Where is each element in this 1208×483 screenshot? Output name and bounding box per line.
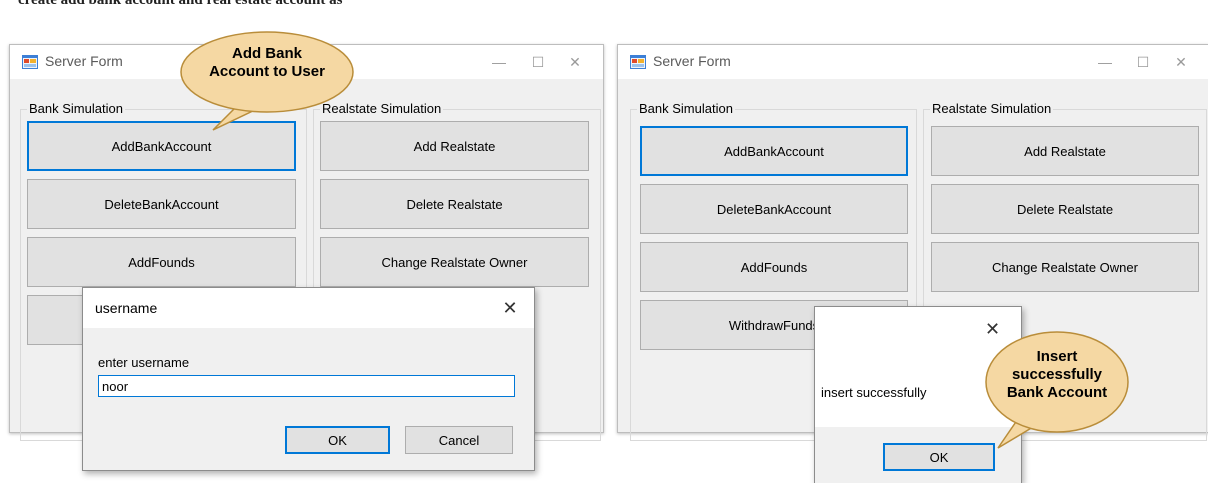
callout-text: Insert successfully Bank Account (980, 348, 1134, 402)
delete-bank-account-button[interactable]: DeleteBankAccount (640, 184, 908, 234)
callout-line-1: Add Bank (231, 45, 302, 62)
ok-button[interactable]: OK (285, 426, 390, 454)
window-title: Server Form (653, 53, 731, 69)
page-caption: create add bank account and real estate … (18, 0, 343, 8)
app-icon (22, 55, 38, 69)
callout-text: Add Bank Account to User (177, 45, 357, 81)
title-bar: Server Form — ☐ ✕ (618, 45, 1208, 79)
close-icon[interactable]: ✕ (496, 294, 524, 322)
callout-line-3: Bank Account (1006, 384, 1108, 401)
add-founds-button[interactable]: AddFounds (640, 242, 908, 292)
add-bank-account-callout: Add Bank Account to User (177, 28, 357, 138)
minimize-icon[interactable]: — (1090, 47, 1120, 77)
delete-realstate-button[interactable]: Delete Realstate (320, 179, 589, 229)
minimize-icon[interactable]: — (484, 47, 514, 77)
window-title: Server Form (45, 53, 123, 69)
dialog-title-bar: username ✕ (83, 288, 534, 328)
bank-simulation-label: Bank Simulation (27, 101, 125, 116)
username-input-dialog: username ✕ enter username OK Cancel (82, 287, 535, 471)
dialog-title: username (95, 300, 158, 316)
change-realstate-owner-button[interactable]: Change Realstate Owner (320, 237, 589, 287)
add-bank-account-button[interactable]: AddBankAccount (640, 126, 908, 176)
username-input[interactable] (98, 375, 515, 397)
add-realstate-button[interactable]: Add Realstate (931, 126, 1199, 176)
close-icon[interactable]: ✕ (560, 47, 590, 77)
username-prompt: enter username (98, 355, 190, 370)
realstate-simulation-label: Realstate Simulation (930, 101, 1054, 116)
bank-simulation-label: Bank Simulation (637, 101, 735, 116)
cancel-button[interactable]: Cancel (405, 426, 513, 454)
maximize-icon[interactable]: ☐ (1128, 47, 1158, 77)
add-founds-button[interactable]: AddFounds (27, 237, 296, 287)
maximize-icon[interactable]: ☐ (523, 47, 553, 77)
close-icon[interactable]: ✕ (1166, 47, 1196, 77)
add-realstate-button[interactable]: Add Realstate (320, 121, 589, 171)
change-realstate-owner-button[interactable]: Change Realstate Owner (931, 242, 1199, 292)
app-icon (630, 55, 646, 69)
ok-button[interactable]: OK (883, 443, 995, 471)
message-text: insert successfully (821, 385, 927, 400)
delete-realstate-button[interactable]: Delete Realstate (931, 184, 1199, 234)
callout-line-1: Insert (1036, 348, 1078, 365)
insert-success-callout: Insert successfully Bank Account (980, 330, 1130, 450)
callout-line-2: successfully (1011, 366, 1103, 383)
delete-bank-account-button[interactable]: DeleteBankAccount (27, 179, 296, 229)
callout-line-2: Account to User (209, 63, 325, 80)
